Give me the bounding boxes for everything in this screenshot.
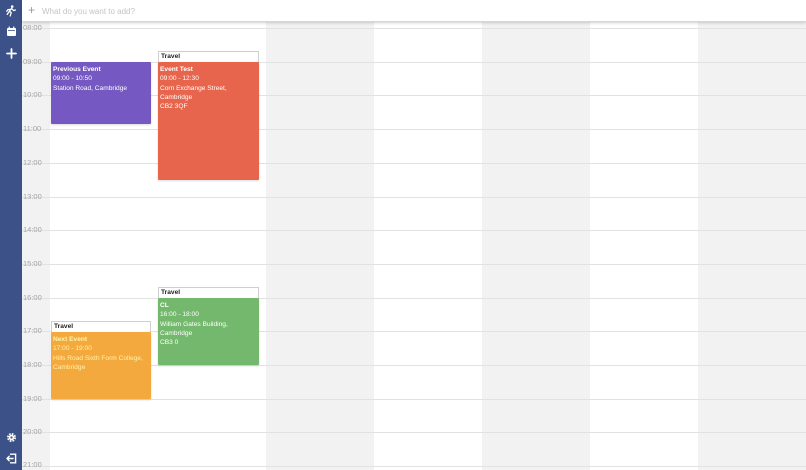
event-title: Previous Event [53, 66, 101, 73]
hour-gridline [22, 129, 806, 130]
event-location-line2: Cambridge [53, 363, 86, 371]
hour-label: 18:00 [23, 360, 42, 369]
travel-block[interactable]: Travel [158, 287, 259, 298]
hour-gridline [22, 399, 806, 400]
hour-label: 14:00 [23, 225, 42, 234]
hour-label: 13:00 [23, 192, 42, 201]
event-location: Hills Road Sixth Form College, [53, 354, 143, 362]
hour-gridline [22, 163, 806, 164]
hour-label: 08:00 [23, 23, 42, 32]
event-next-event[interactable]: Next Event 17:00 - 19:00 Hills Road Sixt… [51, 332, 151, 399]
event-postcode: CB2 3QF [160, 103, 188, 111]
hour-label: 11:00 [23, 124, 42, 133]
hour-label: 15:00 [23, 259, 42, 268]
event-time: 09:00 - 10:50 [53, 75, 92, 83]
event-location: Station Road, Cambridge [53, 84, 128, 92]
event-location: William Gates Building, Cambridge [160, 320, 228, 337]
hour-gridline [22, 197, 806, 198]
hour-label: 10:00 [23, 90, 42, 99]
travel-block[interactable]: Travel [51, 321, 151, 332]
hour-label: 16:00 [23, 293, 42, 302]
calendar-icon[interactable] [0, 22, 22, 42]
travel-block[interactable]: Travel [158, 51, 259, 62]
hour-gridline [22, 230, 806, 231]
logout-icon[interactable] [0, 449, 22, 469]
event-title: CL [160, 302, 169, 309]
event-title: Event Test [160, 66, 193, 73]
event-location: Corn Exchange Street, Cambridge [160, 84, 227, 101]
hour-label: 09:00 [23, 57, 42, 66]
quick-add-input[interactable] [40, 2, 784, 20]
plus-icon[interactable]: + [28, 2, 35, 18]
hour-label: 19:00 [23, 394, 42, 403]
event-previous-event[interactable]: Previous Event 09:00 - 10:50 Station Roa… [51, 62, 151, 124]
gear-icon[interactable] [0, 428, 22, 448]
hour-label: 20:00 [23, 427, 42, 436]
hour-gridline [22, 264, 806, 265]
event-time: 16:00 - 18:00 [160, 311, 199, 319]
event-time: 17:00 - 19:00 [53, 345, 92, 353]
hour-label: 21:00 [23, 460, 42, 469]
event-time: 09:00 - 12:30 [160, 75, 199, 83]
hour-gridline [22, 432, 806, 433]
hour-label: 12:00 [23, 158, 42, 167]
running-person-icon[interactable] [0, 1, 22, 21]
event-cl[interactable]: CL 16:00 - 18:00 William Gates Building,… [158, 298, 259, 365]
hour-gridline [22, 28, 806, 29]
hour-gridline [22, 466, 806, 467]
hour-gridline [22, 298, 806, 299]
event-title: Next Event [53, 336, 88, 343]
quick-add-bar: + [22, 0, 806, 22]
event-postcode: CB3 0 [160, 339, 179, 347]
plus-icon[interactable] [0, 44, 22, 64]
sidebar [0, 0, 22, 470]
hour-label: 17:00 [23, 326, 42, 335]
event-event-test[interactable]: Event Test 09:00 - 12:30 Corn Exchange S… [158, 62, 259, 180]
